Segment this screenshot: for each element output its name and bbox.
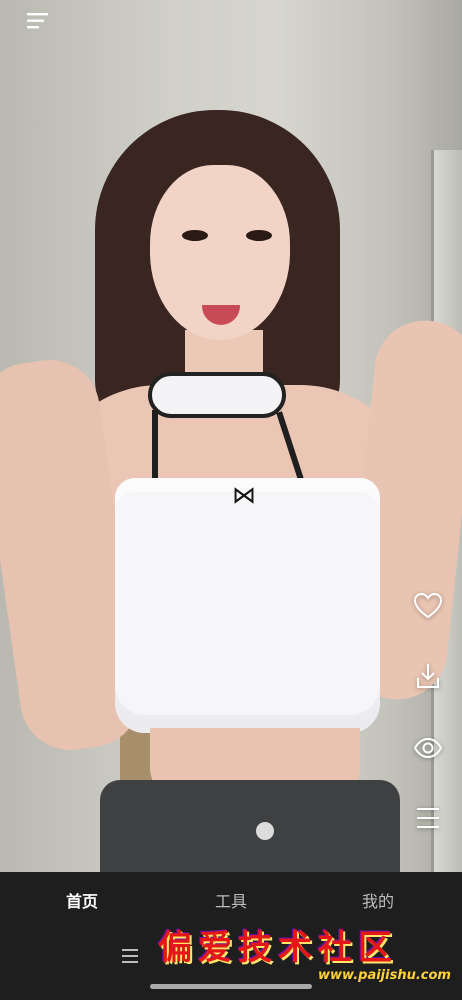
person-right-eye	[246, 230, 272, 241]
person-left-eye	[182, 230, 208, 241]
eye-icon	[413, 737, 443, 762]
view-button[interactable]	[408, 730, 448, 770]
tab-home[interactable]: 首页	[66, 888, 98, 912]
menu-icon[interactable]	[26, 10, 52, 32]
more-list-button[interactable]	[408, 800, 448, 840]
person-white-top	[115, 478, 380, 733]
jeans-button	[256, 822, 274, 840]
bottom-menu-button[interactable]	[120, 947, 140, 965]
watermark-logo: 偏爱技术社区	[158, 928, 398, 968]
video-frame[interactable]: ⋈	[0, 0, 462, 872]
app-screen: ⋈ 首页 工具 我的 偏爱技术社区 www.paijishu.com	[0, 0, 462, 1000]
home-indicator[interactable]	[150, 984, 312, 989]
menu-icon	[120, 949, 140, 969]
bottom-navigation: 首页 工具 我的 偏爱技术社区 www.paijishu.com	[0, 872, 462, 1000]
heart-icon	[413, 592, 443, 624]
person-choker	[148, 372, 286, 418]
like-button[interactable]	[408, 588, 448, 628]
person-jeans	[100, 780, 400, 872]
watermark-url: www.paijishu.com	[318, 968, 451, 983]
bow-icon: ⋈	[232, 481, 256, 509]
download-button[interactable]	[408, 658, 448, 698]
tab-tools[interactable]: 工具	[215, 888, 247, 912]
tab-mine[interactable]: 我的	[362, 888, 394, 912]
download-icon	[415, 662, 441, 694]
list-menu-icon	[415, 806, 441, 834]
